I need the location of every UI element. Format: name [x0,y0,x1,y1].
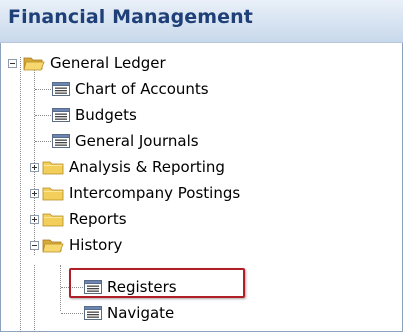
highlight-box [69,268,245,298]
tree-connector [20,57,21,332]
pane-header: Financial Management [0,0,403,43]
tree-item-label: Intercompany Postings [69,184,241,202]
expand-icon[interactable] [30,188,39,198]
tree-connector [35,89,51,90]
tree-item-label: History [69,236,123,254]
tree-item-chart-of-accounts[interactable]: Chart of Accounts [52,77,209,101]
tree-item-label: Chart of Accounts [75,80,209,98]
tree-connector [34,65,35,163]
folder-icon [42,187,64,201]
folder-open-icon [42,239,64,253]
folder-icon [42,213,64,227]
folder-icon [42,161,64,175]
tree-connector [61,313,83,314]
expand-icon[interactable] [30,214,39,224]
tree-item-label: Budgets [75,106,137,124]
collapse-icon[interactable] [8,58,17,68]
tree-item-history[interactable]: History [30,233,122,257]
tree-item-general-journals[interactable]: General Journals [52,129,199,153]
tree-connector [34,265,35,332]
tree-connector [60,265,61,311]
list-window-icon [52,82,70,96]
collapse-icon[interactable] [30,240,39,250]
tree-item-label: Reports [69,210,127,228]
tree-item-intercompany-postings[interactable]: Intercompany Postings [30,181,240,205]
expand-icon[interactable] [30,162,39,172]
tree-item-general-ledger[interactable]: General Ledger [8,51,166,75]
pane-title: Financial Management [8,6,253,28]
list-window-icon [52,134,70,148]
tree-item-reports[interactable]: Reports [30,207,127,231]
tree-item-label: General Ledger [50,54,166,72]
folder-open-icon [23,57,45,71]
tree-connector [35,115,51,116]
tree-item-budgets[interactable]: Budgets [52,103,137,127]
list-window-icon [84,306,102,320]
tree-item-analysis-reporting[interactable]: Analysis & Reporting [30,155,225,179]
list-window-icon [52,108,70,122]
tree-item-label: Analysis & Reporting [69,158,225,176]
tree-item-label: General Journals [75,132,199,150]
tree-item-navigate[interactable]: Navigate [84,301,174,325]
tree-item-label: Navigate [107,304,175,322]
tree-connector [35,141,51,142]
